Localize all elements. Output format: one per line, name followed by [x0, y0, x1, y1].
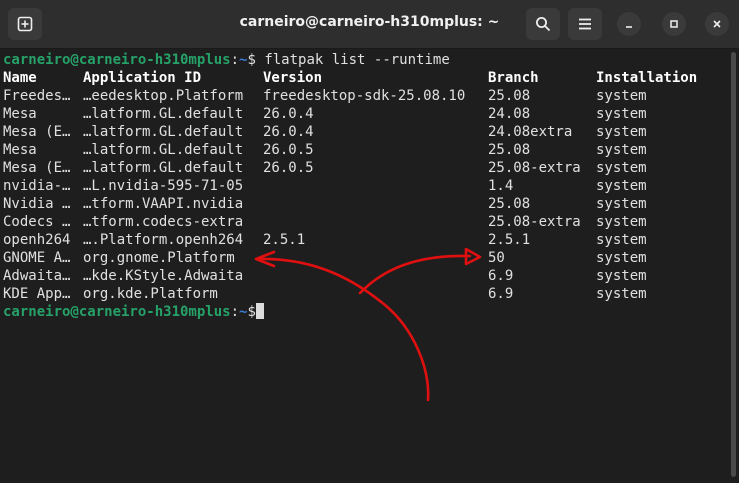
cell-installation: system [596, 106, 647, 122]
cell-branch: 2.5.1 [488, 232, 531, 248]
close-icon [713, 20, 721, 28]
command-text: flatpak list --runtime [255, 52, 450, 68]
table-row: openh264 ….Platform.openh264 2.5.1 2.5.1 sys… [3, 231, 723, 249]
search-button[interactable] [526, 8, 560, 40]
prompt-user-host: carneiro@carneiro-h310mplus [3, 52, 231, 68]
cell-application-id: org.gnome.Platform [83, 250, 235, 266]
text-cursor [255, 303, 264, 319]
header-version: Version [263, 70, 323, 86]
table-row: GNOME A… org.gnome.Platform 50 system [3, 249, 723, 267]
cell-branch: 6.9 [488, 286, 514, 302]
cell-name: Adwaita… [3, 268, 71, 284]
cell-name: Codecs … [3, 214, 71, 230]
table-row: Nvidia … …tform.VAAPI.nvidia 25.08 system [3, 195, 723, 213]
prompt-user-host: carneiro@carneiro-h310mplus [3, 304, 231, 320]
close-button[interactable] [705, 12, 729, 36]
cell-branch: 25.08-extra [488, 160, 581, 176]
maximize-button[interactable] [662, 12, 686, 36]
title-bar: carneiro@carneiro-h310mplus: ~ [0, 0, 739, 49]
cell-version: 26.0.4 [263, 124, 314, 140]
command-line: carneiro@carneiro-h310mplus:~$ flatpak l… [3, 51, 450, 69]
cell-installation: system [596, 178, 647, 194]
cell-version: 26.0.5 [263, 160, 314, 176]
header-name: Name [3, 70, 37, 86]
cell-installation: system [596, 142, 647, 158]
cell-application-id: …latform.GL.default [83, 124, 244, 140]
cell-installation: system [596, 286, 647, 302]
cell-installation: system [596, 88, 647, 104]
cell-branch: 25.08 [488, 142, 531, 158]
cell-name: Nvidia … [3, 196, 71, 212]
cell-branch: 25.08 [488, 88, 531, 104]
cell-version: 2.5.1 [263, 232, 306, 248]
hamburger-menu-icon [579, 18, 591, 30]
cell-name: Mesa [3, 142, 37, 158]
cell-application-id: …eedesktop.Platform [83, 88, 244, 104]
table-row: nvidia-… …L.nvidia-595-71-05 1.4 system [3, 177, 723, 195]
cell-branch: 50 [488, 250, 505, 266]
new-tab-button[interactable] [8, 8, 42, 40]
table-row: Adwaita… …kde.KStyle.Adwaita 6.9 system [3, 267, 723, 285]
header-branch: Branch [488, 70, 539, 86]
table-row: Freedes… …eedesktop.Platform freedesktop-s… [3, 87, 723, 105]
cell-installation: system [596, 232, 647, 248]
cell-application-id: …tform.VAAPI.nvidia [83, 196, 244, 212]
menu-button[interactable] [568, 8, 602, 40]
table-row: Mesa (E… …latform.GL.default 26.0.4 24.08ex… [3, 123, 723, 141]
table-row: KDE App… org.kde.Platform 6.9 system [3, 285, 723, 303]
cell-name: openh264 [3, 232, 71, 248]
cell-application-id: …latform.GL.default [83, 106, 244, 122]
cell-name: Freedes… [3, 88, 71, 104]
cell-name: KDE App… [3, 286, 71, 302]
cell-installation: system [596, 214, 647, 230]
cell-application-id: …kde.KStyle.Adwaita [83, 268, 244, 284]
prompt-separator: : [230, 52, 240, 68]
cell-branch: 24.08extra [488, 124, 573, 140]
cell-name: Mesa (E… [3, 160, 71, 176]
cell-application-id: org.kde.Platform [83, 286, 218, 302]
cell-installation: system [596, 268, 647, 284]
prompt-symbol: $ [247, 304, 256, 320]
cell-version: freedesktop-sdk-25.08.10 [263, 88, 466, 104]
scrollbar-thumb[interactable] [731, 52, 736, 477]
cell-application-id: …tform.codecs-extra [83, 214, 244, 230]
cell-branch: 25.08 [488, 196, 531, 212]
maximize-icon [670, 20, 678, 28]
cell-version: 26.0.5 [263, 142, 314, 158]
cell-application-id: ….Platform.openh264 [83, 232, 244, 248]
cell-branch: 24.08 [488, 106, 531, 122]
cell-version: 26.0.4 [263, 106, 314, 122]
minimize-icon [626, 26, 632, 28]
table-header: Name Application ID Version Branch Insta… [3, 69, 723, 87]
cell-installation: system [596, 250, 647, 266]
cell-name: Mesa (E… [3, 124, 71, 140]
table-row: Mesa (E… …latform.GL.default 26.0.5 25.08-e… [3, 159, 723, 177]
header-application-id: Application ID [83, 70, 202, 86]
table-row: Mesa …latform.GL.default 26.0.4 24.08 system [3, 105, 723, 123]
cell-application-id: …latform.GL.default [83, 160, 244, 176]
new-tab-icon [17, 16, 33, 32]
terminal-window: carneiro@carneiro-h310mplus: ~ carneiro@… [0, 0, 739, 483]
cell-branch: 25.08-extra [488, 214, 581, 230]
cell-installation: system [596, 196, 647, 212]
cell-installation: system [596, 124, 647, 140]
cell-name: nvidia-… [3, 178, 71, 194]
header-installation: Installation [596, 70, 698, 86]
cell-name: GNOME A… [3, 250, 71, 266]
cell-branch: 1.4 [488, 178, 514, 194]
current-prompt-line: carneiro@carneiro-h310mplus:~$ [3, 303, 264, 321]
cell-application-id: …latform.GL.default [83, 142, 244, 158]
table-row: Codecs … …tform.codecs-extra 25.08-extra sy… [3, 213, 723, 231]
cell-name: Mesa [3, 106, 37, 122]
terminal-output[interactable]: carneiro@carneiro-h310mplus:~$ flatpak l… [0, 49, 726, 483]
cell-branch: 6.9 [488, 268, 514, 284]
prompt-separator: : [230, 304, 240, 320]
prompt-symbol: $ [247, 52, 256, 68]
cell-application-id: …L.nvidia-595-71-05 [83, 178, 244, 194]
search-icon [536, 17, 551, 32]
table-row: Mesa …latform.GL.default 26.0.5 25.08 system [3, 141, 723, 159]
minimize-button[interactable] [617, 12, 641, 36]
cell-installation: system [596, 160, 647, 176]
